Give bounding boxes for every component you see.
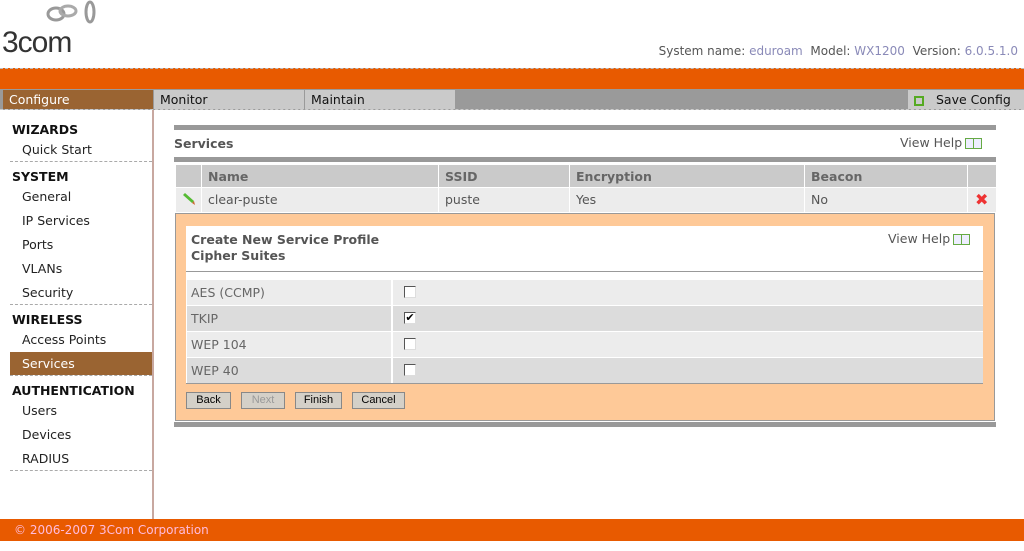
header-bar (0, 68, 1024, 89)
system-name: eduroam (749, 44, 803, 58)
system-info: System name: eduroam Model: WX1200 Versi… (659, 44, 1018, 58)
view-help-label: View Help (900, 135, 963, 150)
sidebar-item-services[interactable]: Services (10, 352, 152, 375)
floppy-disk-icon (914, 95, 924, 106)
column-ssid: SSID (439, 165, 569, 187)
view-help-label: View Help (888, 231, 951, 246)
wep40-checkbox[interactable] (404, 364, 416, 376)
wep104-checkbox[interactable] (404, 338, 416, 350)
tab-maintain[interactable]: Maintain (305, 90, 455, 109)
sidebar-section-authentication: AUTHENTICATION (12, 383, 135, 398)
book-icon (953, 234, 971, 245)
logo-text: 3com (2, 26, 72, 59)
save-config-label: Save Config (936, 92, 1011, 107)
main-nav: Configure Monitor Maintain Save Config (0, 89, 1024, 110)
cipher-row-wep104: WEP 104 (187, 332, 983, 357)
cipher-row-tkip: TKIP (187, 306, 983, 331)
wizard-subtitle: Cipher Suites (191, 248, 286, 263)
wizard-heading: Create New Service Profile Cipher Suites (191, 232, 379, 264)
view-help-link[interactable]: View Help (900, 135, 983, 150)
sidebar: WIZARDS Quick Start SYSTEM General IP Se… (0, 110, 154, 519)
cipher-label: WEP 104 (187, 332, 393, 357)
model-label: Model: (810, 44, 851, 58)
finish-button[interactable]: Finish (295, 392, 342, 409)
sidebar-item-quick-start[interactable]: Quick Start (10, 138, 152, 161)
tab-configure[interactable]: Configure (3, 90, 153, 109)
cell-ssid: puste (439, 188, 569, 212)
cancel-button[interactable]: Cancel (352, 392, 405, 409)
column-beacon: Beacon (805, 165, 967, 187)
version-label: Version: (912, 44, 961, 58)
sidebar-section-wizards: WIZARDS (12, 122, 79, 137)
sidebar-item-vlans[interactable]: VLANs (10, 257, 152, 280)
tab-monitor[interactable]: Monitor (154, 90, 304, 109)
cipher-label: WEP 40 (187, 358, 393, 383)
sidebar-item-devices[interactable]: Devices (10, 423, 152, 446)
sidebar-section-wireless: WIRELESS (12, 312, 83, 327)
wizard-title: Create New Service Profile (191, 232, 380, 247)
3com-logo: 3com (2, 0, 112, 60)
next-button[interactable]: Next (241, 392, 285, 409)
aes-checkbox[interactable] (404, 286, 416, 298)
cell-encryption: Yes (570, 188, 804, 212)
back-button[interactable]: Back (186, 392, 231, 409)
column-name: Name (202, 165, 438, 187)
sidebar-item-ip-services[interactable]: IP Services (10, 209, 152, 232)
sidebar-item-security[interactable]: Security (10, 281, 152, 304)
book-icon (965, 138, 983, 149)
cipher-row-wep40: WEP 40 (187, 358, 983, 383)
sidebar-item-ports[interactable]: Ports (10, 233, 152, 256)
sidebar-section-system: SYSTEM (12, 169, 69, 184)
edit-pencil-icon[interactable] (176, 188, 201, 212)
sidebar-item-radius[interactable]: RADIUS (10, 447, 152, 470)
cipher-label: AES (CCMP) (187, 280, 393, 305)
page-title: Services (174, 136, 234, 151)
save-config-button[interactable]: Save Config (908, 90, 1024, 109)
version: 6.0.5.1.0 (964, 44, 1018, 58)
tkip-checkbox[interactable]: ✔ (404, 312, 416, 324)
sidebar-item-general[interactable]: General (10, 185, 152, 208)
logo-rings-icon (46, 0, 96, 24)
system-name-label: System name: (658, 44, 746, 58)
model: WX1200 (854, 44, 905, 58)
sidebar-item-users[interactable]: Users (10, 399, 152, 422)
cell-beacon: No (805, 188, 967, 212)
cipher-label: TKIP (187, 306, 393, 331)
delete-x-icon[interactable]: ✖ (968, 188, 996, 212)
wizard-view-help-link[interactable]: View Help (888, 231, 971, 246)
column-encryption: Encryption (570, 165, 804, 187)
footer: © 2006-2007 3Com Corporation (0, 519, 1024, 541)
sidebar-item-access-points[interactable]: Access Points (10, 328, 152, 351)
cell-name: clear-puste (202, 188, 438, 212)
cipher-row-aes: AES (CCMP) (187, 280, 983, 305)
